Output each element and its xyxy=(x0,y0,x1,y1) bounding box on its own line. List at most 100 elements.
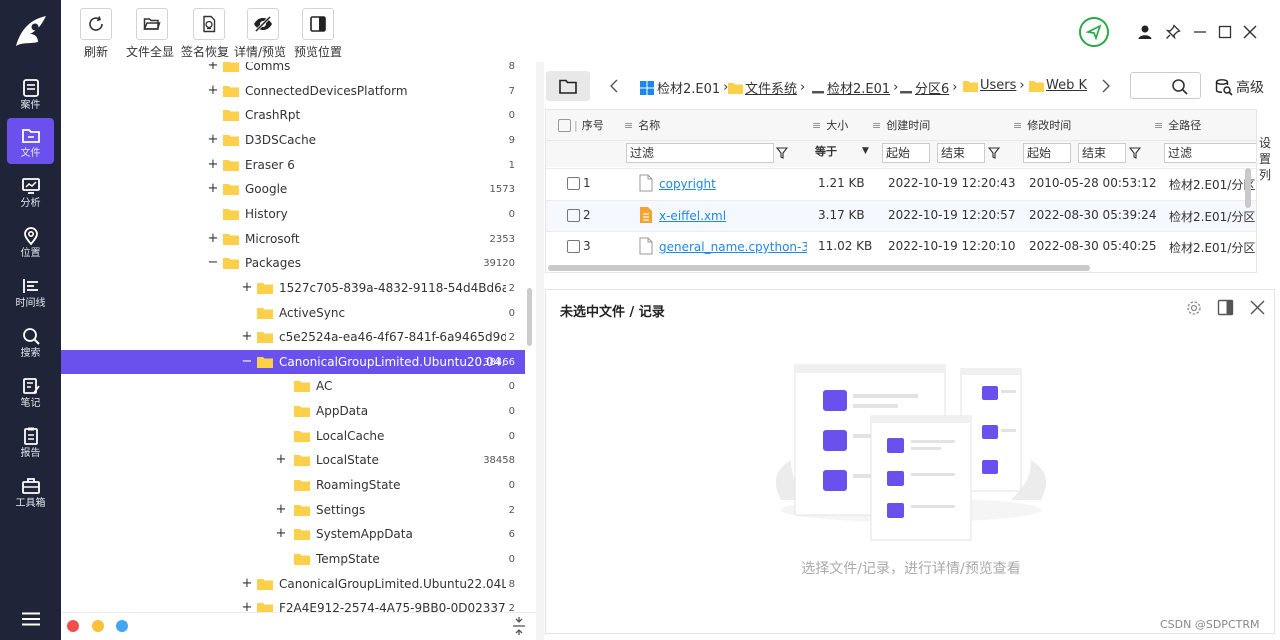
tree-row[interactable]: − CanonicalGroupLimited.Ubuntu20.04... 384… xyxy=(61,350,525,374)
show-all-files-button[interactable]: 文件全显 xyxy=(126,8,174,60)
tree-row[interactable]: + Microsoft 2353 xyxy=(61,227,525,251)
details-preview-button[interactable]: 详情/预览 xyxy=(234,8,286,60)
maximize-icon[interactable] xyxy=(1217,24,1233,40)
minimize-icon[interactable] xyxy=(1192,24,1208,40)
expand-toggle-icon[interactable]: + xyxy=(241,276,253,300)
tree-row[interactable]: + F2A4E912-2574-4A75-9BB0-0D023378592...2 xyxy=(61,596,525,612)
created-start-input[interactable]: 起始 xyxy=(882,143,930,163)
tree-row[interactable]: CrashRpt 0 xyxy=(61,103,525,127)
search-input[interactable] xyxy=(1130,72,1201,99)
modified-end-input[interactable]: 结束 xyxy=(1078,143,1126,163)
tree-row[interactable]: LocalCache 0 xyxy=(61,424,525,448)
tree-row[interactable]: − Packages 39120 xyxy=(61,251,525,275)
close-icon[interactable] xyxy=(1242,24,1258,40)
expand-toggle-icon[interactable]: + xyxy=(207,128,219,152)
breadcrumb-2[interactable]: 检材2.E01 › xyxy=(811,78,898,97)
tree-row[interactable]: + CanonicalGroupLimited.Ubuntu22.04LTS ..… xyxy=(61,572,525,596)
filter-icon[interactable] xyxy=(988,147,1000,159)
expand-toggle-icon[interactable]: + xyxy=(275,522,287,546)
signature-recovery-button[interactable]: 签名恢复 xyxy=(181,8,229,60)
tree-row[interactable]: + Settings 2 xyxy=(61,498,525,522)
advanced-search-button[interactable]: 高级 xyxy=(1215,77,1264,97)
breadcrumb-1[interactable]: 文件系统 › xyxy=(728,78,805,97)
expand-toggle-icon[interactable]: + xyxy=(207,62,219,78)
nav-case[interactable]: 案件 xyxy=(7,70,54,116)
tree-row[interactable]: AC 0 xyxy=(61,374,525,398)
tree-row[interactable]: RoamingState 0 xyxy=(61,473,525,497)
row-file-name[interactable]: general_name.cpython-38.p xyxy=(659,240,807,254)
row-file-name[interactable]: x-eiffel.xml xyxy=(659,209,807,223)
filter-icon[interactable] xyxy=(776,147,788,159)
name-filter-input[interactable]: 过滤 xyxy=(626,143,774,163)
folder-browse-button[interactable] xyxy=(546,71,590,101)
grid-vertical-scrollbar[interactable] xyxy=(1245,168,1251,208)
fullpath-filter-input[interactable]: 过滤 xyxy=(1164,143,1256,163)
modified-start-input[interactable]: 起始 xyxy=(1023,143,1071,163)
collapse-expand-icon[interactable] xyxy=(512,617,526,635)
nav-notes[interactable]: 笔记 xyxy=(7,368,54,414)
tree-row[interactable]: + D3DSCache 9 xyxy=(61,128,525,152)
tree-row[interactable]: + c5e2524a-ea46-4f67-841f-6a9465d9d515...… xyxy=(61,325,525,349)
col-size[interactable]: ≡ 大小 xyxy=(812,110,848,140)
collapse-toggle-icon[interactable]: − xyxy=(207,251,219,275)
grid-horizontal-scrollbar[interactable] xyxy=(548,265,1090,271)
settings-column-button[interactable]: 设置列 xyxy=(1257,135,1273,183)
gear-icon[interactable] xyxy=(1186,300,1202,316)
created-end-input[interactable]: 结束 xyxy=(937,143,985,163)
tree-row[interactable]: AppData 0 xyxy=(61,399,525,423)
expand-toggle-icon[interactable]: + xyxy=(207,177,219,201)
nav-toolbox[interactable]: 工具箱 xyxy=(7,468,54,514)
expand-toggle-icon[interactable]: + xyxy=(275,448,287,472)
filter-icon[interactable] xyxy=(1129,147,1141,159)
preview-position-button[interactable]: 预览位置 xyxy=(294,8,342,60)
expand-toggle-icon[interactable]: + xyxy=(207,153,219,177)
chevron-right-icon[interactable] xyxy=(1101,79,1111,93)
tree-row[interactable]: TempState 0 xyxy=(61,547,525,571)
nav-location[interactable]: 位置 xyxy=(7,218,54,264)
tree-row[interactable]: + LocalState 38458 xyxy=(61,448,525,472)
tree-row[interactable]: + Comms 8 xyxy=(61,62,525,78)
tree-row[interactable]: +1527c705-839a-4832-9118-54d4Bd6a0c8...2 xyxy=(61,276,525,300)
tree-row[interactable]: + Google 1573 xyxy=(61,177,525,201)
expand-toggle-icon[interactable]: + xyxy=(275,498,287,522)
tree-row[interactable]: + ConnectedDevicesPlatform 7 xyxy=(61,79,525,103)
nav-files[interactable]: 文件 xyxy=(7,118,54,164)
breadcrumb-4[interactable]: Users › xyxy=(963,78,1025,93)
expand-toggle-icon[interactable]: + xyxy=(207,79,219,103)
row-checkbox[interactable] xyxy=(567,240,580,253)
pin-icon[interactable] xyxy=(1165,24,1181,40)
select-all-checkbox[interactable] xyxy=(558,119,571,132)
expand-toggle-icon[interactable]: + xyxy=(241,572,253,596)
nav-analysis[interactable]: 分析 xyxy=(7,168,54,214)
col-index[interactable]: | 序号 xyxy=(574,110,604,140)
row-checkbox[interactable] xyxy=(567,177,580,190)
breadcrumb-5[interactable]: Web K xyxy=(1029,78,1087,93)
nav-search[interactable]: 搜索 xyxy=(7,318,54,364)
nav-report[interactable]: 报告 xyxy=(7,418,54,464)
breadcrumb-0[interactable]: 检材2.E01 › xyxy=(640,78,728,97)
col-name[interactable]: ≡ 名称 xyxy=(624,110,660,140)
chevron-left-icon[interactable] xyxy=(609,79,619,93)
tree-row[interactable]: History 0 xyxy=(61,202,525,226)
row-checkbox[interactable] xyxy=(567,208,580,222)
close-icon[interactable] xyxy=(1250,300,1265,315)
panel-right-icon[interactable] xyxy=(1217,299,1234,316)
breadcrumb-3[interactable]: 分区6 › xyxy=(899,78,957,97)
nav-timeline[interactable]: 时间线 xyxy=(7,268,54,314)
col-fullpath[interactable]: ≡ 全路径 xyxy=(1154,110,1201,140)
folder-tree[interactable]: + Comms 8 + ConnectedDevicesPlatform 7 CrashRp… xyxy=(61,62,528,612)
vertical-splitter[interactable] xyxy=(536,62,544,640)
tree-row[interactable]: + SystemAppData 6 xyxy=(61,522,525,546)
refresh-button[interactable]: 刷新 xyxy=(80,8,112,60)
expand-toggle-icon[interactable]: + xyxy=(241,596,253,612)
tree-row[interactable]: + Eraser 6 1 xyxy=(61,153,525,177)
col-modified[interactable]: ≡ 修改时间 xyxy=(1013,110,1071,140)
user-icon[interactable] xyxy=(1137,24,1153,40)
row-file-name[interactable]: copyright xyxy=(659,177,807,191)
tree-scrollbar[interactable] xyxy=(527,288,532,346)
hamburger-menu-icon[interactable] xyxy=(22,612,40,626)
tree-row[interactable]: ActiveSync 0 xyxy=(61,301,525,325)
feedback-icon[interactable] xyxy=(1078,16,1110,48)
expand-toggle-icon[interactable]: + xyxy=(207,227,219,251)
collapse-toggle-icon[interactable]: − xyxy=(241,350,253,374)
